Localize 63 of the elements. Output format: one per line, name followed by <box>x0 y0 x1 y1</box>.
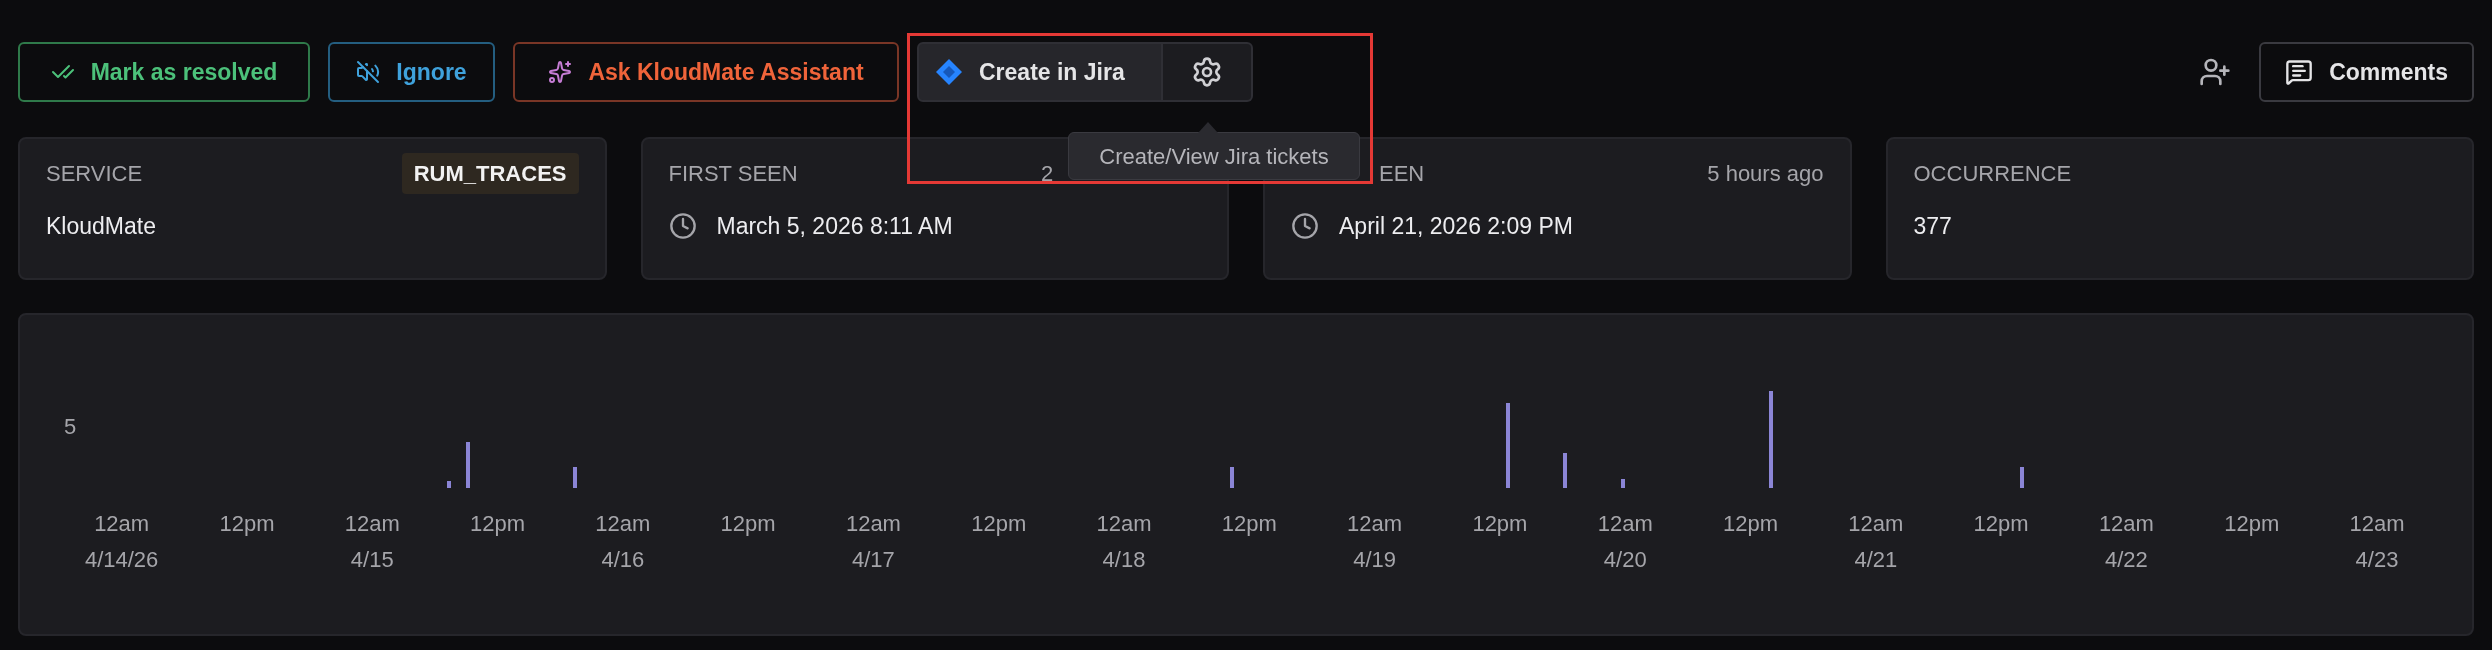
x-axis-label: 12am <box>1347 511 1403 537</box>
x-axis-label: 12pm <box>1973 511 2029 537</box>
y-axis-label: 5 <box>64 413 77 441</box>
x-axis-label: 12pm <box>1472 511 1528 537</box>
action-button[interactable]: Ignore <box>328 42 495 102</box>
x-axis-label: 12am <box>1597 511 1653 537</box>
x-axis-label: 4/19 <box>1353 547 1397 573</box>
x-axis-label: 12pm <box>2224 511 2280 537</box>
card-value: March 5, 2026 8:11 AM <box>716 212 953 241</box>
x-axis-label: 12am <box>2349 511 2405 537</box>
histogram-bar <box>2020 467 2024 488</box>
x-axis-label: 12pm <box>219 511 275 537</box>
tooltip: Create/View Jira tickets <box>1068 132 1360 180</box>
x-axis-label: 4/21 <box>1854 547 1898 573</box>
action-button[interactable]: Mark as resolved <box>18 42 310 102</box>
x-axis-label: 12pm <box>1723 511 1779 537</box>
x-axis-label: 4/20 <box>1603 547 1647 573</box>
x-axis-label: 12am <box>2098 511 2154 537</box>
muted-speaker-icon <box>356 60 381 84</box>
histogram-bar <box>447 481 451 488</box>
card-title: FIRST SEEN <box>668 159 798 188</box>
sparkles-icon <box>548 60 573 84</box>
card-value: KloudMate <box>46 212 156 241</box>
x-axis-label: 12am <box>595 511 651 537</box>
card-title: EEN <box>1379 159 1425 188</box>
diamond-logo-icon <box>935 58 963 86</box>
comment-icon <box>2285 58 2314 86</box>
x-axis-label: 4/14/26 <box>84 547 159 573</box>
x-axis-label: 4/15 <box>350 547 394 573</box>
card-value: April 21, 2026 2:09 PM <box>1339 212 1573 241</box>
histogram-bar <box>1563 453 1567 488</box>
x-axis-label: 12pm <box>971 511 1027 537</box>
x-axis-label: 12am <box>1096 511 1152 537</box>
clock-icon <box>668 212 697 241</box>
x-axis-label: 4/23 <box>2355 547 2399 573</box>
x-axis-label: 12pm <box>1221 511 1277 537</box>
x-axis-label: 12am <box>1848 511 1904 537</box>
x-axis-label: 4/18 <box>1102 547 1146 573</box>
comments-button[interactable]: Comments <box>2259 42 2474 102</box>
add-person-icon <box>2199 56 2232 88</box>
service-badge: RUM_TRACES <box>401 152 579 194</box>
card-value: 377 <box>1913 212 1952 241</box>
x-axis-label: 12am <box>344 511 400 537</box>
card-title: OCCURRENCE <box>1913 159 2072 188</box>
x-axis-label: 4/22 <box>2105 547 2148 573</box>
settings-button[interactable] <box>1163 42 1253 102</box>
x-axis-label: 12am <box>845 511 901 537</box>
histogram-bar <box>1621 479 1625 488</box>
histogram-bar <box>573 467 577 488</box>
histogram-bar <box>1230 467 1234 488</box>
card-title: SERVICE <box>46 159 143 188</box>
x-axis-label: 4/16 <box>601 547 645 573</box>
action-button[interactable]: Ask KloudMate Assistant <box>513 42 899 102</box>
tooltip-pointer-icon <box>1198 122 1218 133</box>
x-axis-label: 12pm <box>720 511 776 537</box>
relative-time: 5 hours ago <box>1707 159 1824 188</box>
x-axis-label: 4/17 <box>852 547 895 573</box>
x-axis-label: 12am <box>94 511 150 537</box>
settings-icon <box>1191 56 1223 88</box>
create-jira-button[interactable]: Create in Jira <box>917 42 1163 102</box>
clock-icon <box>1291 212 1319 241</box>
x-axis-label: 12pm <box>470 511 526 537</box>
histogram-bar <box>466 442 470 488</box>
